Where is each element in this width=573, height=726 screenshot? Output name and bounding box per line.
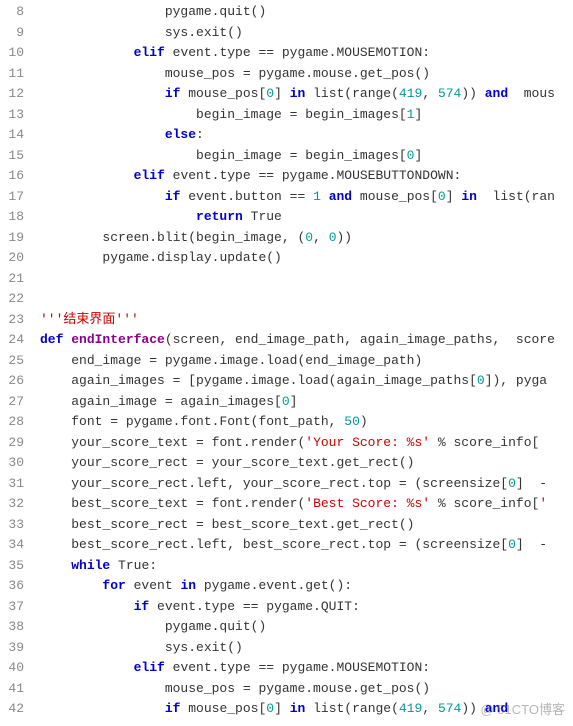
line-number-gutter: 8910111213141516171819202122232425262728… [0, 2, 28, 720]
code-line: elif event.type == pygame.MOUSEMOTION: [40, 658, 555, 679]
line-number: 40 [0, 658, 24, 679]
line-number: 36 [0, 576, 24, 597]
code-line: if event.button == 1 and mouse_pos[0] in… [40, 187, 555, 208]
line-number: 14 [0, 125, 24, 146]
line-number: 34 [0, 535, 24, 556]
line-number: 12 [0, 84, 24, 105]
line-number: 42 [0, 699, 24, 720]
line-number: 23 [0, 310, 24, 331]
code-line: sys.exit() [40, 638, 555, 659]
line-number: 17 [0, 187, 24, 208]
line-number: 21 [0, 269, 24, 290]
line-number: 15 [0, 146, 24, 167]
line-number: 13 [0, 105, 24, 126]
code-line: else: [40, 125, 555, 146]
code-line: begin_image = begin_images[1] [40, 105, 555, 126]
code-line: your_score_text = font.render('Your Scor… [40, 433, 555, 454]
code-line [40, 289, 555, 310]
code-line: for event in pygame.event.get(): [40, 576, 555, 597]
code-line: sys.exit() [40, 23, 555, 44]
code-line: your_score_rect.left, your_score_rect.to… [40, 474, 555, 495]
code-line: if mouse_pos[0] in list(range(419, 574))… [40, 699, 555, 720]
line-number: 16 [0, 166, 24, 187]
line-number: 30 [0, 453, 24, 474]
code-line: return True [40, 207, 555, 228]
line-number: 27 [0, 392, 24, 413]
line-number: 19 [0, 228, 24, 249]
code-line: again_image = again_images[0] [40, 392, 555, 413]
line-number: 22 [0, 289, 24, 310]
code-line: font = pygame.font.Font(font_path, 50) [40, 412, 555, 433]
code-line: while True: [40, 556, 555, 577]
line-number: 25 [0, 351, 24, 372]
line-number: 28 [0, 412, 24, 433]
code-line: pygame.quit() [40, 2, 555, 23]
line-number: 37 [0, 597, 24, 618]
code-line: again_images = [pygame.image.load(again_… [40, 371, 555, 392]
line-number: 41 [0, 679, 24, 700]
line-number: 11 [0, 64, 24, 85]
code-line: best_score_rect.left, best_score_rect.to… [40, 535, 555, 556]
code-line: best_score_text = font.render('Best Scor… [40, 494, 555, 515]
line-number: 18 [0, 207, 24, 228]
code-line: def endInterface(screen, end_image_path,… [40, 330, 555, 351]
line-number: 9 [0, 23, 24, 44]
line-number: 24 [0, 330, 24, 351]
code-line: elif event.type == pygame.MOUSEBUTTONDOW… [40, 166, 555, 187]
code-line: if event.type == pygame.QUIT: [40, 597, 555, 618]
code-line: if mouse_pos[0] in list(range(419, 574))… [40, 84, 555, 105]
line-number: 32 [0, 494, 24, 515]
code-line: end_image = pygame.image.load(end_image_… [40, 351, 555, 372]
code-line: pygame.display.update() [40, 248, 555, 269]
code-line: elif event.type == pygame.MOUSEMOTION: [40, 43, 555, 64]
code-area[interactable]: pygame.quit() sys.exit() elif event.type… [28, 2, 555, 720]
line-number: 20 [0, 248, 24, 269]
line-number: 38 [0, 617, 24, 638]
code-line: best_score_rect = best_score_text.get_re… [40, 515, 555, 536]
line-number: 10 [0, 43, 24, 64]
line-number: 33 [0, 515, 24, 536]
line-number: 35 [0, 556, 24, 577]
code-editor: 8910111213141516171819202122232425262728… [0, 0, 573, 720]
code-line: your_score_rect = your_score_text.get_re… [40, 453, 555, 474]
code-line: '''结束界面''' [40, 310, 555, 331]
line-number: 31 [0, 474, 24, 495]
code-line: begin_image = begin_images[0] [40, 146, 555, 167]
line-number: 39 [0, 638, 24, 659]
line-number: 8 [0, 2, 24, 23]
code-line: pygame.quit() [40, 617, 555, 638]
code-line: screen.blit(begin_image, (0, 0)) [40, 228, 555, 249]
code-line [40, 269, 555, 290]
line-number: 26 [0, 371, 24, 392]
code-line: mouse_pos = pygame.mouse.get_pos() [40, 64, 555, 85]
code-line: mouse_pos = pygame.mouse.get_pos() [40, 679, 555, 700]
line-number: 29 [0, 433, 24, 454]
